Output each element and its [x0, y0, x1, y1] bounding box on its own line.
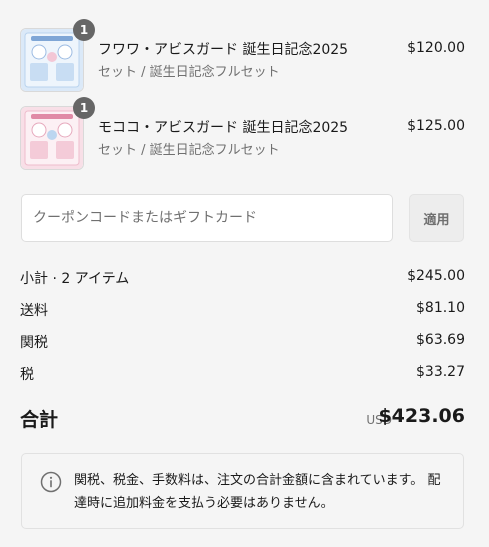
- item-variant: セット / 誕生日記念フルセット: [98, 65, 280, 80]
- quantity-badge: 1: [73, 19, 95, 41]
- product-thumbnail-pink-card-icon: [21, 107, 83, 169]
- coupon-code-input[interactable]: [21, 194, 393, 242]
- product-image: [20, 106, 84, 170]
- tax-label: 税: [20, 367, 34, 383]
- item-price: $125.00: [407, 118, 465, 134]
- product-image: [20, 28, 84, 92]
- subtotal-row: 小計 · 2 アイテム $245.00: [20, 268, 465, 288]
- total-value: $423.06: [378, 405, 465, 427]
- duties-label: 関税: [20, 335, 48, 351]
- item-variant: セット / 誕生日記念フルセット: [98, 143, 280, 158]
- total-label: 合計: [20, 409, 59, 431]
- line-item: 1 モココ・アビスガード 誕生日記念2025 セット / 誕生日記念フルセット …: [20, 97, 465, 170]
- apply-coupon-button[interactable]: 適用: [409, 194, 464, 242]
- duties-notice: 関税、税金、手数料は、注文の合計金額に含まれています。 配達時に追加料金を支払う…: [21, 453, 464, 529]
- subtotal-value: $245.00: [407, 268, 465, 284]
- quantity-badge: 1: [73, 97, 95, 119]
- item-title: モココ・アビスガード 誕生日記念2025: [98, 120, 349, 136]
- notice-text: 関税、税金、手数料は、注文の合計金額に含まれています。 配達時に追加料金を支払う…: [74, 473, 441, 511]
- product-thumbnail: 1: [20, 19, 95, 92]
- shipping-row: 送料 $81.10: [20, 300, 465, 320]
- shipping-value: $81.10: [416, 300, 465, 316]
- item-price: $120.00: [407, 40, 465, 56]
- tax-value: $33.27: [416, 364, 465, 380]
- info-icon: [40, 471, 62, 493]
- product-thumbnail: 1: [20, 97, 95, 170]
- line-item: 1 フワワ・アビスガード 誕生日記念2025 セット / 誕生日記念フルセット …: [20, 19, 465, 92]
- duties-value: $63.69: [416, 332, 465, 348]
- product-thumbnail-blue-card-icon: [21, 29, 83, 91]
- shipping-label: 送料: [20, 303, 48, 319]
- subtotal-label: 小計 · 2 アイテム: [20, 271, 130, 287]
- tax-row: 税 $33.27: [20, 364, 465, 384]
- item-title: フワワ・アビスガード 誕生日記念2025: [98, 42, 349, 58]
- duties-row: 関税 $63.69: [20, 332, 465, 352]
